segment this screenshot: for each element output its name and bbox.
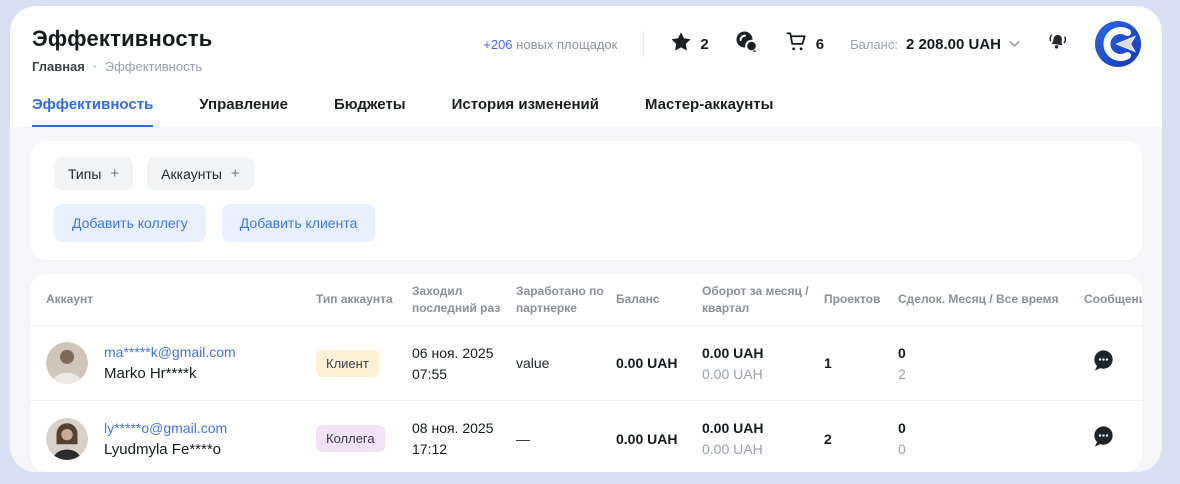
partner-earnings-cell: value bbox=[516, 355, 616, 371]
tab-master-accounts[interactable]: Мастер-аккаунты bbox=[645, 96, 773, 127]
page-header: Эффективность Главная • Эффективность +2… bbox=[10, 6, 1162, 74]
last-login-date: 08 ноя. 2025 bbox=[412, 420, 504, 436]
balance-value: 2 208.00 UAH bbox=[906, 36, 1001, 53]
accounts-table-card: Аккаунт Тип аккаунта Заходил последний р… bbox=[30, 274, 1142, 472]
account-identity: ly*****o@gmail.com Lyudmyla Fe****o bbox=[104, 420, 227, 458]
last-login-cell: 06 ноя. 2025 07:55 bbox=[412, 345, 516, 382]
projects-cell: 1 bbox=[824, 355, 898, 371]
notifications-button[interactable] bbox=[1044, 29, 1070, 59]
filter-chips-row: Типы + Аккаунты + bbox=[54, 157, 1118, 190]
breadcrumb-separator: • bbox=[93, 61, 97, 73]
chat-bubbles-icon bbox=[735, 30, 759, 59]
balance-cell: 0.00 UAH bbox=[616, 431, 702, 447]
balance-dropdown[interactable]: Баланс: 2 208.00 UAH bbox=[850, 35, 1020, 53]
deals-month: 0 bbox=[898, 420, 1072, 436]
tab-budgets[interactable]: Бюджеты bbox=[334, 96, 406, 127]
projects-cell: 2 bbox=[824, 431, 898, 447]
last-login-date: 06 ноя. 2025 bbox=[412, 345, 504, 361]
message-button[interactable] bbox=[1084, 347, 1129, 379]
favorites-button[interactable]: 2 bbox=[670, 31, 708, 58]
account-type-cell: Клиент bbox=[316, 350, 412, 377]
account-type-badge: Коллега bbox=[316, 425, 385, 452]
content-area: Типы + Аккаунты + Добавить коллегу Добав… bbox=[10, 127, 1162, 472]
breadcrumb-current: Эффективность bbox=[105, 59, 203, 74]
col-account-type: Тип аккаунта bbox=[316, 291, 412, 307]
plus-icon: + bbox=[110, 165, 119, 182]
chat-button[interactable] bbox=[735, 30, 759, 59]
tab-change-history[interactable]: История изменений bbox=[452, 96, 599, 127]
account-type-badge: Клиент bbox=[316, 350, 379, 377]
breadcrumb-home[interactable]: Главная bbox=[32, 59, 85, 74]
tab-management[interactable]: Управление bbox=[199, 96, 288, 127]
filter-chip-types-label: Типы bbox=[68, 166, 101, 182]
bell-icon bbox=[1044, 29, 1070, 59]
col-messages: Сообщения bbox=[1084, 291, 1142, 307]
tab-effectiveness[interactable]: Эффективность bbox=[32, 96, 153, 127]
table-header-row: Аккаунт Тип аккаунта Заходил последний р… bbox=[30, 274, 1142, 326]
col-deals: Сделок. Месяц / Все время bbox=[898, 291, 1084, 307]
partner-earnings-cell: — bbox=[516, 431, 616, 447]
cart-button[interactable]: 6 bbox=[785, 30, 824, 58]
account-type-cell: Коллега bbox=[316, 425, 412, 452]
header-toolbar: +206 новых площадок 2 bbox=[483, 20, 1142, 68]
filter-chip-accounts-label: Аккаунты bbox=[161, 166, 222, 182]
filter-chip-accounts[interactable]: Аккаунты + bbox=[147, 157, 254, 190]
col-partner-earnings: Заработано по партнерке bbox=[516, 283, 616, 315]
cart-icon bbox=[785, 30, 808, 58]
new-sites-link[interactable]: +206 новых площадок bbox=[483, 37, 617, 52]
last-login-time: 07:55 bbox=[412, 366, 504, 382]
account-email-link[interactable]: ly*****o@gmail.com bbox=[104, 420, 227, 436]
add-colleague-button[interactable]: Добавить коллегу bbox=[54, 204, 206, 242]
account-email-link[interactable]: ma*****k@gmail.com bbox=[104, 344, 236, 360]
favorites-count: 2 bbox=[700, 36, 708, 53]
deals-all-time: 0 bbox=[898, 441, 1072, 457]
app-logo[interactable] bbox=[1094, 20, 1142, 68]
chevron-down-icon bbox=[1009, 35, 1020, 53]
message-bubble-icon bbox=[1090, 423, 1117, 455]
col-account: Аккаунт bbox=[46, 291, 316, 307]
filter-chip-types[interactable]: Типы + bbox=[54, 157, 133, 190]
table-row: ma*****k@gmail.com Marko Hr****k Клиент … bbox=[30, 326, 1142, 401]
star-icon bbox=[670, 31, 692, 58]
message-bubble-icon bbox=[1090, 347, 1117, 379]
new-sites-count: +206 bbox=[483, 37, 512, 52]
col-last-login: Заходил последний раз bbox=[412, 283, 516, 315]
deals-all-time: 2 bbox=[898, 366, 1072, 382]
cart-count: 6 bbox=[816, 36, 824, 53]
account-name: Lyudmyla Fe****o bbox=[104, 441, 227, 458]
balance-cell: 0.00 UAH bbox=[616, 355, 702, 371]
balance-label: Баланс: bbox=[850, 37, 898, 52]
toolbar-divider bbox=[643, 31, 644, 57]
turnover-quarter: 0.00 UAH bbox=[702, 441, 812, 457]
avatar bbox=[46, 342, 88, 384]
plus-icon: + bbox=[231, 165, 240, 182]
account-identity: ma*****k@gmail.com Marko Hr****k bbox=[104, 344, 236, 382]
turnover-cell: 0.00 UAH 0.00 UAH bbox=[702, 420, 824, 457]
add-client-button[interactable]: Добавить клиента bbox=[222, 204, 376, 242]
turnover-quarter: 0.00 UAH bbox=[702, 366, 812, 382]
deals-cell: 0 0 bbox=[898, 420, 1084, 457]
turnover-cell: 0.00 UAH 0.00 UAH bbox=[702, 345, 824, 382]
account-name: Marko Hr****k bbox=[104, 365, 236, 382]
deals-month: 0 bbox=[898, 345, 1072, 361]
turnover-month: 0.00 UAH bbox=[702, 420, 812, 436]
main-page: Эффективность Главная • Эффективность +2… bbox=[10, 6, 1162, 472]
action-buttons-row: Добавить коллегу Добавить клиента bbox=[54, 204, 1118, 242]
col-turnover: Оборот за месяц / квартал bbox=[702, 283, 824, 315]
table-row: ly*****o@gmail.com Lyudmyla Fe****o Колл… bbox=[30, 401, 1142, 472]
message-button[interactable] bbox=[1084, 423, 1129, 455]
deals-cell: 0 2 bbox=[898, 345, 1084, 382]
turnover-month: 0.00 UAH bbox=[702, 345, 812, 361]
account-cell: ma*****k@gmail.com Marko Hr****k bbox=[46, 342, 316, 384]
last-login-time: 17:12 bbox=[412, 441, 504, 457]
avatar bbox=[46, 418, 88, 460]
filters-card: Типы + Аккаунты + Добавить коллегу Добав… bbox=[30, 141, 1142, 260]
new-sites-label: новых площадок bbox=[516, 37, 617, 52]
col-projects: Проектов bbox=[824, 291, 898, 307]
last-login-cell: 08 ноя. 2025 17:12 bbox=[412, 420, 516, 457]
col-balance: Баланс bbox=[616, 291, 702, 307]
tab-bar: Эффективность Управление Бюджеты История… bbox=[10, 96, 1162, 127]
account-cell: ly*****o@gmail.com Lyudmyla Fe****o bbox=[46, 418, 316, 460]
